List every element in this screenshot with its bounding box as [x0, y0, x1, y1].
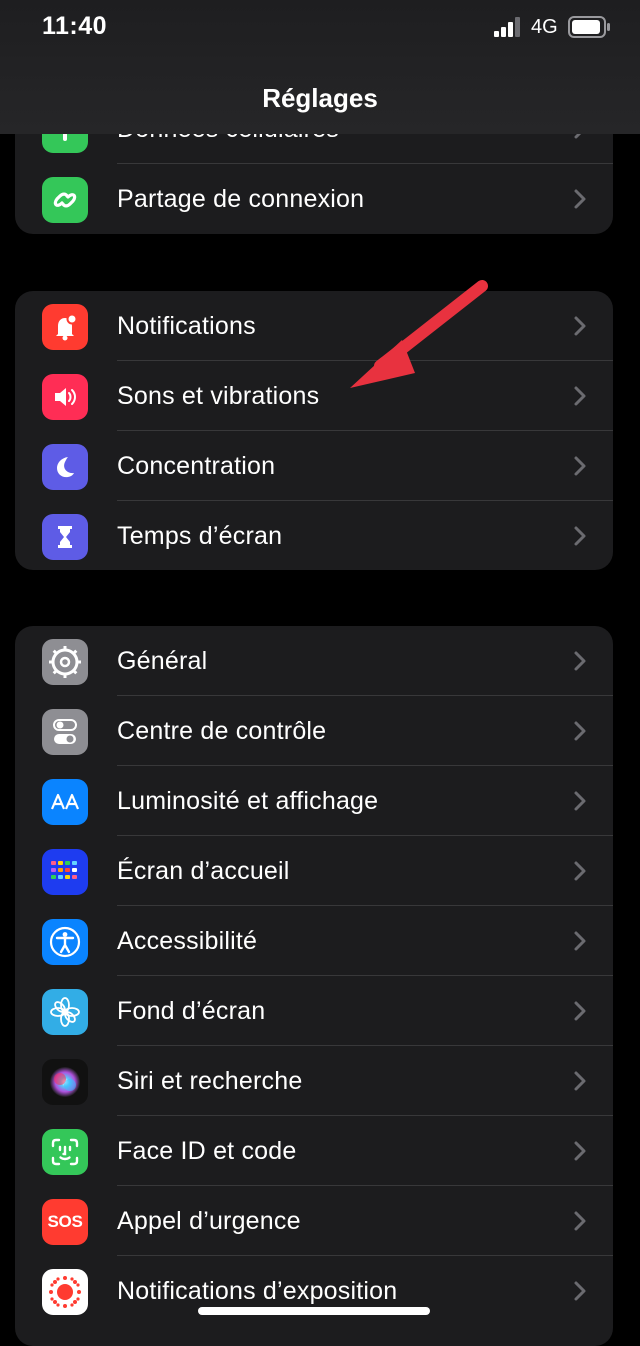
home-indicator[interactable] — [198, 1307, 430, 1315]
chevron-right-icon — [574, 456, 586, 476]
settings-item-label: Sons et vibrations — [117, 382, 320, 410]
moon-icon — [42, 444, 88, 490]
settings-item-label: Fond d’écran — [117, 997, 266, 1025]
chevron-right-icon — [574, 861, 586, 881]
settings-list[interactable]: Données cellulaires Partage de connexion… — [0, 0, 640, 1346]
page-title: Réglages — [262, 83, 378, 113]
exposure-icon — [42, 1269, 88, 1315]
settings-item-ecran-d-accueil[interactable]: Écran d’accueil — [15, 836, 613, 906]
chain-link-icon — [42, 177, 88, 223]
settings-item-label: Face ID et code — [117, 1137, 297, 1165]
chevron-right-icon — [574, 526, 586, 546]
settings-group-notifications: Notifications Sons et vibrations Concent… — [15, 291, 613, 570]
settings-item-label: Écran d’accueil — [117, 857, 290, 885]
settings-item-concentration[interactable]: Concentration — [15, 431, 613, 501]
chevron-right-icon — [574, 1071, 586, 1091]
chevron-right-icon — [574, 931, 586, 951]
app-grid-icon — [42, 849, 88, 895]
hourglass-icon — [42, 514, 88, 560]
settings-item-sons-et-vibrations[interactable]: Sons et vibrations — [15, 361, 613, 431]
network-type: 4G — [531, 16, 558, 38]
chevron-right-icon — [574, 1211, 586, 1231]
settings-item-siri[interactable]: Siri et recherche — [15, 1046, 613, 1116]
chevron-right-icon — [574, 316, 586, 336]
settings-item-face-id[interactable]: Face ID et code — [15, 1116, 613, 1186]
sos-icon: SOS — [42, 1199, 88, 1245]
settings-group-general: Général Centre de contrôle Luminosité et… — [15, 626, 613, 1346]
siri-icon — [42, 1059, 88, 1105]
settings-item-label: Centre de contrôle — [117, 717, 327, 745]
face-id-icon — [42, 1129, 88, 1175]
chevron-right-icon — [574, 721, 586, 741]
battery-icon — [568, 16, 610, 38]
settings-item-label: Général — [117, 647, 208, 675]
chevron-right-icon — [574, 1281, 586, 1301]
accessibility-icon — [42, 919, 88, 965]
settings-item-label: Accessibilité — [117, 927, 258, 955]
chevron-right-icon — [574, 1141, 586, 1161]
settings-item-label: Temps d’écran — [117, 522, 283, 550]
settings-item-centre-de-controle[interactable]: Centre de contrôle — [15, 696, 613, 766]
settings-item-fond-d-ecran[interactable]: Fond d’écran — [15, 976, 613, 1046]
settings-item-notifications-d-exposition[interactable]: Notifications d’exposition — [15, 1256, 613, 1326]
settings-item-accessibilite[interactable]: Accessibilité — [15, 906, 613, 976]
text-size-icon — [42, 779, 88, 825]
settings-item-general[interactable]: Général — [15, 626, 613, 696]
status-bar: 11:40 4G Réglages — [0, 0, 640, 134]
settings-item-label: Appel d’urgence — [117, 1207, 301, 1235]
annotation-arrow — [350, 280, 488, 388]
settings-item-luminosite[interactable]: Luminosité et affichage — [15, 766, 613, 836]
settings-item-notifications[interactable]: Notifications — [15, 291, 613, 361]
flower-icon — [42, 989, 88, 1035]
settings-item-partage-de-connexion[interactable]: Partage de connexion — [15, 164, 613, 234]
speaker-icon — [42, 374, 88, 420]
settings-item-label: Concentration — [117, 452, 276, 480]
cellular-signal-icon — [494, 17, 520, 37]
settings-item-appel-d-urgence[interactable]: SOS Appel d’urgence — [15, 1186, 613, 1256]
bell-badge-icon — [42, 304, 88, 350]
settings-item-label: Luminosité et affichage — [117, 787, 379, 815]
chevron-right-icon — [574, 386, 586, 406]
chevron-right-icon — [574, 1001, 586, 1021]
chevron-right-icon — [574, 791, 586, 811]
status-time: 11:40 — [42, 12, 108, 40]
settings-item-label: Notifications d’exposition — [117, 1277, 398, 1305]
gear-icon — [42, 639, 88, 685]
sos-icon-text: SOS — [47, 1212, 83, 1231]
settings-item-label: Siri et recherche — [117, 1067, 303, 1095]
chevron-right-icon — [574, 189, 586, 209]
settings-item-label: Notifications — [117, 312, 256, 340]
chevron-right-icon — [574, 651, 586, 671]
settings-item-temps-d-ecran[interactable]: Temps d’écran — [15, 501, 613, 570]
settings-item-label: Partage de connexion — [117, 185, 365, 213]
toggles-icon — [42, 709, 88, 755]
